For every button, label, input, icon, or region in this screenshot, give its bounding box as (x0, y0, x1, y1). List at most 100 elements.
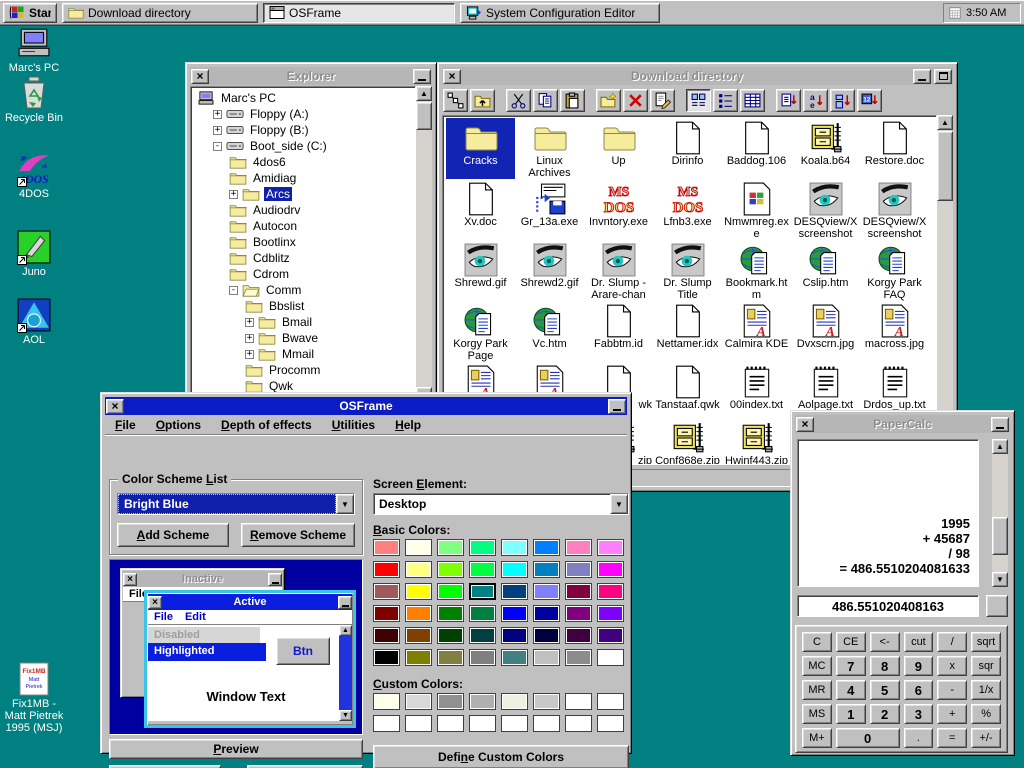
scroll-thumb[interactable] (937, 131, 953, 201)
basic-color-swatch[interactable] (373, 539, 400, 556)
custom-color-swatch[interactable] (565, 693, 592, 710)
tree-item-cdrom[interactable]: Cdrom (193, 266, 415, 282)
details-icon[interactable] (740, 89, 765, 112)
expand-icon[interactable]: + (245, 350, 254, 359)
menu-options[interactable]: Options (146, 416, 211, 434)
file-vc-htm[interactable]: Vc.htm (515, 301, 584, 362)
scroll-up-icon[interactable]: ▲ (416, 86, 432, 101)
paste-icon[interactable] (560, 89, 585, 112)
expand-icon[interactable]: + (245, 334, 254, 343)
basic-color-swatch[interactable] (565, 539, 592, 556)
custom-color-swatch[interactable] (469, 693, 496, 710)
file-invntory-exe[interactable]: MSDOSInvntory.exe (584, 179, 653, 240)
basic-color-swatch[interactable] (373, 605, 400, 622)
file-restore-doc[interactable]: Restore.doc (860, 118, 929, 179)
desktop-icon-marc-s-pc[interactable]: Marc's PC (2, 26, 66, 74)
explorer-titlebar[interactable]: × Explorer (190, 67, 432, 85)
scroll-down-icon[interactable]: ▼ (992, 572, 1008, 587)
define-custom-colors-button[interactable]: Define Custom Colors (373, 745, 629, 768)
expand-icon[interactable]: + (245, 318, 254, 327)
delete-icon[interactable] (623, 89, 648, 112)
papercalc-titlebar[interactable]: × PaperCalc (795, 415, 1010, 433)
basic-color-swatch[interactable] (533, 605, 560, 622)
calc-button-7[interactable]: 7 (836, 656, 866, 676)
custom-color-swatch[interactable] (437, 715, 464, 732)
sortalpha-icon[interactable]: ae (803, 89, 828, 112)
calc-button-_[interactable]: <- (870, 632, 900, 652)
cut-icon[interactable] (506, 89, 531, 112)
chevron-down-icon[interactable]: ▼ (336, 494, 354, 514)
tree-item-boot-side-c[interactable]: -Boot_side (C:) (193, 138, 415, 154)
file-dr-slump-title[interactable]: Dr. Slump Title (653, 240, 722, 301)
file-00index-txt[interactable]: 00index.txt (722, 362, 791, 418)
newfolder-icon[interactable] (596, 89, 621, 112)
calc-button-MS[interactable]: MS (802, 704, 832, 724)
basic-color-swatch[interactable] (469, 561, 496, 578)
basic-color-swatch[interactable] (501, 539, 528, 556)
file-desqview-x-screenshot[interactable]: DESQview/X screenshot (791, 179, 860, 240)
close-icon[interactable]: × (106, 399, 124, 414)
download-titlebar[interactable]: × Download directory (442, 67, 953, 85)
connect-icon[interactable] (443, 89, 468, 112)
close-icon[interactable]: × (191, 69, 209, 84)
basic-color-swatch[interactable] (501, 561, 528, 578)
file-shrewd-gif[interactable]: Shrewd.gif (446, 240, 515, 301)
tree-item-cdblitz[interactable]: Cdblitz (193, 250, 415, 266)
basic-color-swatch[interactable] (437, 627, 464, 644)
menu-help[interactable]: Help (385, 416, 431, 434)
basic-color-swatch[interactable] (373, 649, 400, 666)
file-shrewd2-gif[interactable]: Shrewd2.gif (515, 240, 584, 301)
upfolder-icon[interactable] (470, 89, 495, 112)
collapse-icon[interactable]: - (213, 142, 222, 151)
scheme-combobox[interactable]: Bright Blue ▼ (117, 493, 355, 515)
basic-color-swatch[interactable] (405, 627, 432, 644)
basic-color-swatch[interactable] (565, 649, 592, 666)
tree-item-audiodrv[interactable]: Audiodrv (193, 202, 415, 218)
chevron-down-icon[interactable]: ▼ (610, 494, 628, 514)
calc-button-4[interactable]: 4 (836, 680, 866, 700)
calc-button-9[interactable]: 9 (904, 656, 934, 676)
calc-button-_[interactable]: = (937, 728, 967, 748)
custom-color-swatch[interactable] (373, 693, 400, 710)
calc-button-6[interactable]: 6 (904, 680, 934, 700)
file-fabbtm-id[interactable]: Fabbtm.id (584, 301, 653, 362)
basic-color-swatch[interactable] (565, 583, 592, 600)
start-button[interactable]: Start (3, 3, 57, 23)
preview-button[interactable]: Preview (109, 739, 363, 759)
menu-depth-of-effects[interactable]: Depth of effects (211, 416, 322, 434)
basic-color-swatch[interactable] (405, 605, 432, 622)
custom-color-swatch[interactable] (501, 693, 528, 710)
file-tanstaaf-qwk[interactable]: Tanstaaf.qwk (653, 362, 722, 418)
basic-color-swatch[interactable] (437, 583, 464, 600)
file-macross-jpg[interactable]: Amacross.jpg (860, 301, 929, 362)
task-button[interactable]: Download directory (62, 3, 258, 23)
tape-scrollbar[interactable]: ▲ ▼ (992, 439, 1008, 587)
file-conf868e-zip[interactable]: Conf868e.zip (653, 418, 722, 465)
tray-clock-icon[interactable] (948, 6, 962, 20)
basic-color-swatch[interactable] (373, 627, 400, 644)
calc-button-_[interactable]: / (937, 632, 967, 652)
basic-color-swatch[interactable] (437, 561, 464, 578)
custom-color-swatch[interactable] (565, 715, 592, 732)
expand-icon[interactable]: + (213, 110, 222, 119)
desktop-icon-aol[interactable]: AOL (2, 298, 66, 346)
calc-button-5[interactable]: 5 (870, 680, 900, 700)
calc-button-_[interactable]: . (904, 728, 934, 748)
calc-button-CE[interactable]: CE (836, 632, 866, 652)
custom-color-swatch[interactable] (437, 693, 464, 710)
custom-color-swatch[interactable] (597, 715, 624, 732)
osframe-titlebar[interactable]: × OSFrame (105, 397, 627, 415)
largeicons-icon[interactable] (686, 89, 711, 112)
calc-button-8[interactable]: 8 (870, 656, 900, 676)
basic-color-swatch[interactable] (565, 627, 592, 644)
basic-color-swatch[interactable] (533, 627, 560, 644)
menu-utilities[interactable]: Utilities (322, 416, 385, 434)
custom-color-swatch[interactable] (533, 715, 560, 732)
basic-color-swatch[interactable] (597, 539, 624, 556)
basic-color-swatch[interactable] (469, 605, 496, 622)
file-nmwmreg-exe[interactable]: Nmwmreg.exe (722, 179, 791, 240)
file-cracks[interactable]: Cracks (446, 118, 515, 179)
basic-color-swatch[interactable] (501, 627, 528, 644)
file-cslip-htm[interactable]: Cslip.htm (791, 240, 860, 301)
minimize-icon[interactable] (991, 417, 1009, 432)
